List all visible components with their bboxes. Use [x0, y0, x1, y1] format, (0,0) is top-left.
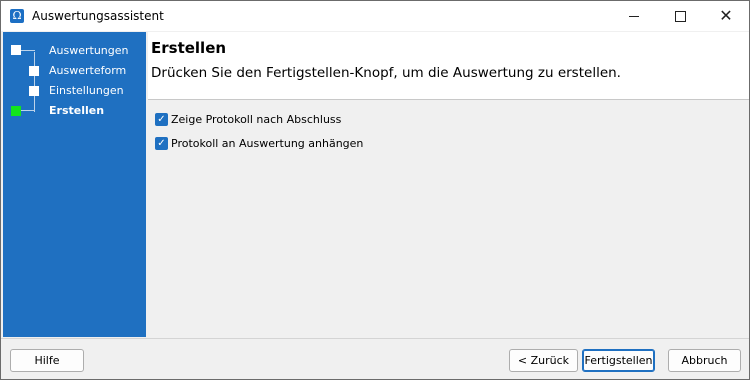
step-einstellungen: Einstellungen: [49, 84, 124, 97]
option-label: Protokoll an Auswertung anhängen: [171, 137, 364, 150]
button-bar: Hilfe < Zurück Fertigstellen Abbruch: [1, 338, 749, 379]
current-step-marker: [11, 106, 21, 116]
back-button[interactable]: < Zurück: [509, 349, 578, 372]
page-title: Erstellen: [151, 39, 227, 57]
step-auswerteform: Auswerteform: [49, 64, 127, 77]
finish-button[interactable]: Fertigstellen: [582, 349, 655, 372]
checkmark-icon: ✓: [157, 138, 166, 149]
title-bar: Ω Auswertungsassistent ✕: [1, 1, 749, 31]
window-title: Auswertungsassistent: [32, 9, 164, 23]
step-marker: [11, 45, 21, 55]
minimize-icon: [629, 15, 639, 17]
tree-connector: [34, 52, 35, 112]
close-button[interactable]: ✕: [703, 1, 749, 31]
checkbox-attach-log[interactable]: ✓: [155, 137, 168, 150]
step-marker: [29, 86, 39, 96]
page-description: Drücken Sie den Fertigstellen-Knopf, um …: [151, 65, 621, 81]
step-marker: [29, 66, 39, 76]
step-header: Erstellen Drücken Sie den Fertigstellen-…: [148, 32, 749, 100]
option-label: Zeige Protokoll nach Abschluss: [171, 113, 342, 126]
help-button[interactable]: Hilfe: [10, 349, 84, 372]
wizard-steps-sidebar: Auswertungen Auswerteform Einstellungen …: [3, 32, 146, 337]
options-panel: ✓ Zeige Protokoll nach Abschluss ✓ Proto…: [148, 100, 749, 337]
close-icon: ✕: [719, 6, 733, 25]
checkmark-icon: ✓: [157, 114, 166, 125]
maximize-icon: [674, 10, 686, 22]
omega-icon: Ω: [10, 9, 24, 23]
checkbox-show-log[interactable]: ✓: [155, 113, 168, 126]
minimize-button[interactable]: [611, 1, 657, 31]
step-auswertungen: Auswertungen: [49, 44, 129, 57]
wizard-window: Ω Auswertungsassistent ✕ Auswertungen Au…: [0, 0, 750, 380]
step-erstellen: Erstellen: [49, 104, 105, 117]
cancel-button[interactable]: Abbruch: [668, 349, 741, 372]
maximize-button[interactable]: [657, 1, 703, 31]
